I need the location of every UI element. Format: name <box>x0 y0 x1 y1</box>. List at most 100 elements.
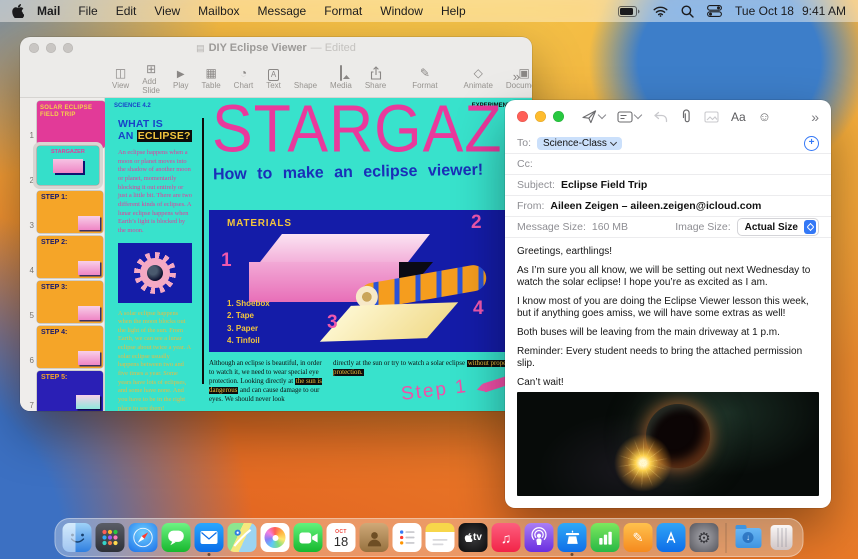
dock-trash[interactable] <box>767 523 796 552</box>
dock-reminders[interactable] <box>392 523 422 552</box>
menu-mail[interactable]: Mail <box>28 4 69 18</box>
animate-button[interactable]: Animate <box>464 66 493 90</box>
running-indicator <box>207 553 211 556</box>
add-slide-button[interactable]: Add Slide <box>142 62 160 95</box>
menu-help[interactable]: Help <box>432 4 475 18</box>
mail-toolbar: Aa ☺ » <box>505 100 831 133</box>
dock-numbers[interactable] <box>590 523 620 552</box>
dock-contacts[interactable] <box>359 523 389 552</box>
slide-thumbnail-6[interactable]: STEP 4: <box>37 326 103 368</box>
emoji-button[interactable]: ☺ <box>758 109 771 124</box>
send-button[interactable] <box>582 109 607 124</box>
minimize-button[interactable] <box>46 43 56 53</box>
step1-annotation: Step 1 <box>399 376 469 406</box>
menu-bar-date[interactable]: Tue Oct 18 <box>735 4 794 18</box>
dock-apple-tv[interactable]: tv <box>458 523 488 552</box>
toolbar-overflow-icon[interactable]: » <box>513 69 520 84</box>
dock-facetime[interactable] <box>293 523 323 552</box>
dock-launchpad[interactable] <box>95 523 125 552</box>
view-icon <box>115 66 126 80</box>
dock-notes[interactable] <box>425 523 455 552</box>
dock-photos[interactable] <box>260 523 290 552</box>
share-icon <box>370 66 382 80</box>
caution-text-col2: directly at the sun or try to watch a so… <box>333 360 509 376</box>
menu-format[interactable]: Format <box>315 4 371 18</box>
minimize-button[interactable] <box>535 111 546 122</box>
dock-system-settings[interactable]: ⚙ <box>689 523 719 552</box>
to-field[interactable]: To: Science-Class + <box>505 133 831 153</box>
running-indicator <box>570 553 574 556</box>
eclipse-photo-attachment[interactable] <box>517 392 819 496</box>
search-icon[interactable] <box>681 5 694 18</box>
dock-music[interactable]: ♫ <box>491 523 521 552</box>
menu-view[interactable]: View <box>145 4 189 18</box>
shape-button[interactable]: Shape <box>294 66 317 90</box>
dock-maps[interactable] <box>227 523 257 552</box>
wifi-icon[interactable] <box>653 6 668 17</box>
dock-downloads[interactable]: ↓ <box>734 523 763 552</box>
menu-bar: Mail File Edit View Mailbox Message Form… <box>0 0 858 22</box>
media-button[interactable]: Media <box>330 65 352 90</box>
close-button[interactable] <box>517 111 528 122</box>
menu-message[interactable]: Message <box>249 4 316 18</box>
dock-app-store[interactable] <box>656 523 686 552</box>
message-body[interactable]: Greetings, earthlings! As I’m sure you a… <box>505 237 831 388</box>
stepper-icon <box>804 220 816 234</box>
chart-button[interactable]: Chart <box>234 66 254 90</box>
solar-paragraph: A solar eclipse happens when the moon bl… <box>118 309 191 411</box>
slide-canvas[interactable]: SCIENCE 4.2 EXPERIMENT #11 WHAT IS AN EC… <box>105 98 532 411</box>
slide-number: 2 <box>29 176 34 185</box>
recipient-token[interactable]: Science-Class <box>537 136 622 150</box>
control-center-icon[interactable] <box>707 5 722 17</box>
format-icon <box>420 66 430 80</box>
slide-thumbnail-1[interactable]: SOLAR ECLIPSE FIELD TRIP <box>37 101 105 148</box>
header-fields-button[interactable] <box>617 110 643 123</box>
battery-icon[interactable] <box>618 5 640 17</box>
text-button[interactable]: A Text <box>266 66 281 90</box>
slide-thumbnail-4[interactable]: STEP 2: <box>37 236 103 278</box>
subject-field[interactable]: Subject: Eclipse Field Trip <box>505 174 831 195</box>
sun-illustration <box>118 242 192 303</box>
menu-window[interactable]: Window <box>371 4 432 18</box>
dock-finder[interactable] <box>62 523 92 552</box>
reply-button[interactable] <box>653 111 668 123</box>
dock-mail[interactable] <box>194 523 224 556</box>
format-text-button[interactable]: Aa <box>731 110 746 124</box>
dock-messages[interactable] <box>161 523 191 552</box>
play-button[interactable]: Play <box>173 66 189 90</box>
zoom-button[interactable] <box>553 111 564 122</box>
chart-icon <box>240 66 247 80</box>
image-size-select[interactable]: Actual Size <box>736 218 819 236</box>
menu-mailbox[interactable]: Mailbox <box>189 4 248 18</box>
message-size-row: Message Size: 160 MB Image Size: Actual … <box>505 216 831 237</box>
toolbar-overflow-icon[interactable]: » <box>811 109 819 125</box>
slide-thumbnail-2-selected[interactable]: STARGAZER <box>37 146 99 185</box>
dock-podcasts[interactable] <box>524 523 554 552</box>
share-button[interactable]: Share <box>365 66 386 90</box>
slide-thumbnail-3[interactable]: STEP 1: <box>37 191 103 233</box>
menu-bar-time[interactable]: 9:41 AM <box>802 4 846 18</box>
slide-thumbnail-5[interactable]: STEP 3: <box>37 281 103 323</box>
dock-safari[interactable] <box>128 523 158 552</box>
attach-button[interactable] <box>680 109 692 124</box>
table-button[interactable]: Table <box>202 66 221 90</box>
slide-navigator: 1 SOLAR ECLIPSE FIELD TRIP 2 STARGAZER 3… <box>20 98 105 411</box>
insert-photo-button[interactable] <box>704 110 719 123</box>
view-button[interactable]: View <box>112 66 129 90</box>
add-recipient-button[interactable]: + <box>804 135 819 151</box>
dock-pages[interactable]: ✎ <box>623 523 653 552</box>
dock-keynote[interactable] <box>557 523 587 556</box>
cc-field[interactable]: Cc: <box>505 153 831 174</box>
format-button[interactable]: Format <box>412 66 437 90</box>
close-button[interactable] <box>29 43 39 53</box>
zoom-button[interactable] <box>63 43 73 53</box>
slide-thumbnail-7[interactable]: STEP 5: <box>37 371 103 411</box>
dock-calendar[interactable]: OCT 18 <box>326 523 356 552</box>
menu-edit[interactable]: Edit <box>107 4 146 18</box>
apple-menu-icon[interactable] <box>12 4 24 18</box>
from-field[interactable]: From: Aileen Zeigen – aileen.zeigen@iclo… <box>505 195 831 216</box>
slide-number: 4 <box>29 266 34 275</box>
dock: OCT 18 tv ♫ ✎ ⚙ ↓ <box>54 518 804 557</box>
menu-file[interactable]: File <box>69 4 106 18</box>
slide-title: STARGAZER <box>212 98 532 166</box>
